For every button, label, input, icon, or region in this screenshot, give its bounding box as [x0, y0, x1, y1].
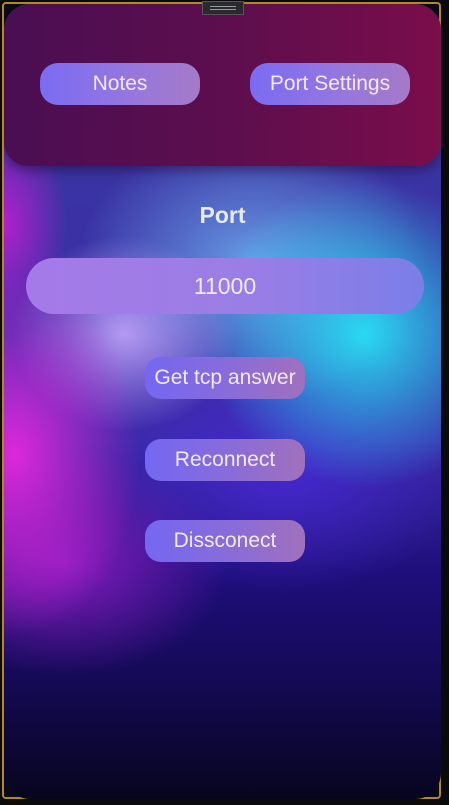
disconnect-button[interactable]: Dissconect: [145, 520, 305, 562]
notes-button[interactable]: Notes: [40, 63, 200, 105]
port-input[interactable]: [26, 258, 424, 314]
header-panel: Notes Port Settings: [4, 4, 441, 166]
app-screen: Notes Port Settings Port Get tcp answer …: [4, 4, 441, 799]
port-settings-button[interactable]: Port Settings: [250, 63, 410, 105]
port-label: Port: [199, 202, 246, 228]
get-tcp-answer-button[interactable]: Get tcp answer: [145, 357, 305, 399]
reconnect-button[interactable]: Reconnect: [145, 439, 305, 481]
window-drag-handle[interactable]: [202, 1, 244, 15]
